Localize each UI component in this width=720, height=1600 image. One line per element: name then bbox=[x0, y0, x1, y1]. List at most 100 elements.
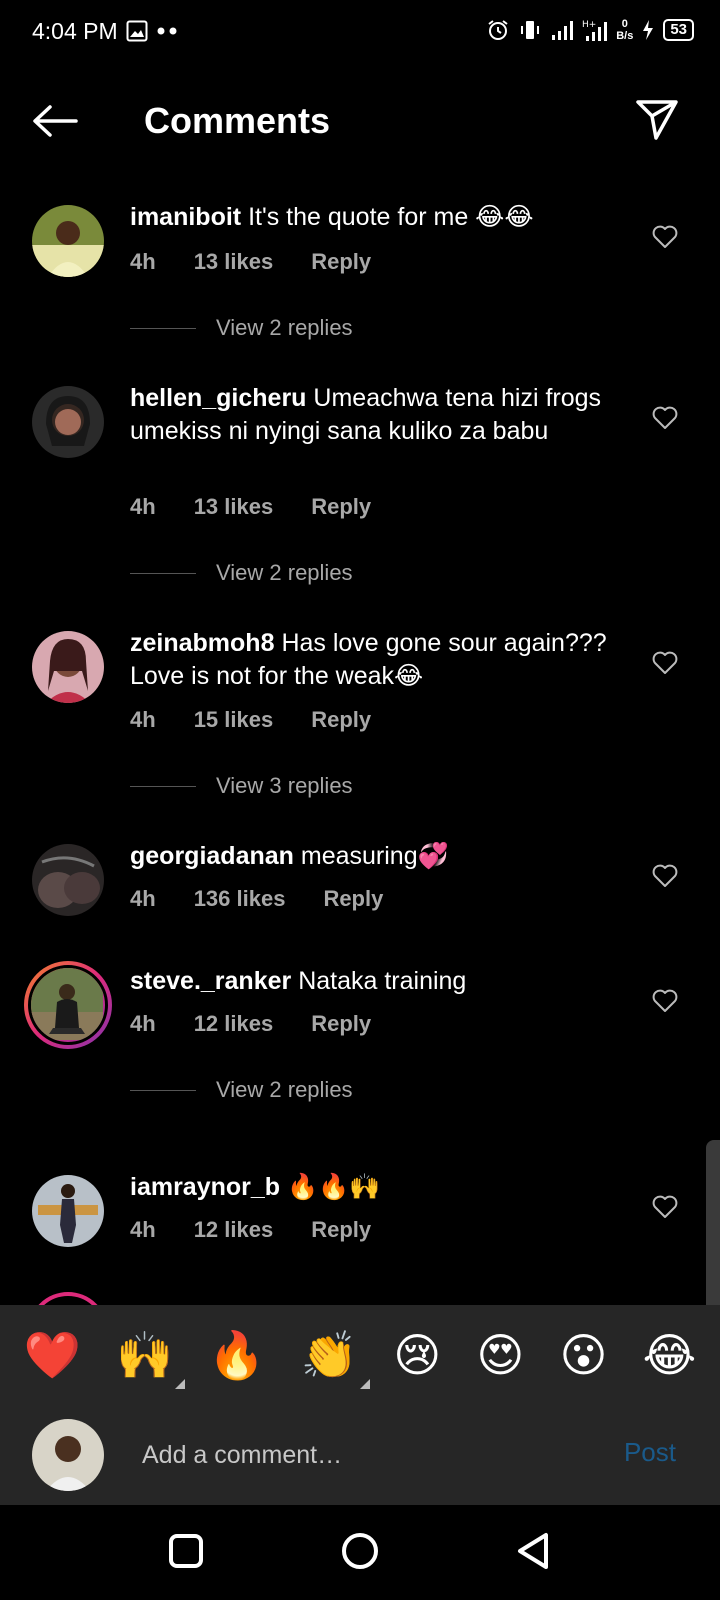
comment-time: 4h bbox=[130, 494, 156, 519]
home-icon[interactable] bbox=[340, 1531, 380, 1571]
comment-time: 4h bbox=[130, 1217, 156, 1242]
signal-icon-2: H+ bbox=[582, 20, 608, 41]
alarm-icon bbox=[488, 20, 508, 40]
network-speed: 0 B/s bbox=[616, 18, 633, 42]
status-left-icons bbox=[126, 20, 178, 42]
reply-button[interactable]: Reply bbox=[311, 1217, 371, 1243]
emoji-heart[interactable]: ❤️ bbox=[24, 1328, 81, 1383]
comment-likes[interactable]: 12 likes bbox=[194, 1011, 274, 1037]
comment-username[interactable]: iamraynor_b bbox=[130, 1173, 280, 1201]
comment-likes[interactable]: 136 likes bbox=[194, 886, 286, 912]
emoji-crying[interactable]: 😢 bbox=[393, 1328, 441, 1382]
view-replies-label: View 3 replies bbox=[216, 773, 353, 798]
comment-text: zeinabmoh8 Has love gone sour again???Lo… bbox=[130, 627, 620, 693]
comment-text: iamraynor_b 🔥🔥🙌 bbox=[130, 1171, 620, 1204]
gallery-notification-icon bbox=[126, 20, 148, 42]
emoji-heart-eyes[interactable]: 😍 bbox=[476, 1328, 524, 1382]
svg-text:H+: H+ bbox=[582, 20, 596, 30]
current-user-avatar bbox=[32, 1419, 104, 1491]
like-heart-icon[interactable] bbox=[652, 225, 678, 249]
signal-icon-1 bbox=[552, 21, 574, 40]
comment-username[interactable]: hellen_gicheru bbox=[130, 384, 306, 412]
header: Comments bbox=[0, 86, 720, 156]
avatar[interactable] bbox=[32, 205, 104, 277]
emoji-clapping-glyph: 👏 bbox=[300, 1327, 359, 1382]
comment-message: measuring💞 bbox=[300, 842, 449, 870]
vibrate-icon bbox=[521, 21, 540, 39]
divider-line bbox=[130, 327, 196, 329]
status-time: 4:04 PM bbox=[32, 18, 118, 44]
status-right-icons: H+ 0 B/s 53 bbox=[486, 18, 694, 42]
view-replies-label: View 2 replies bbox=[216, 315, 353, 340]
view-replies-button[interactable]: View 2 replies bbox=[130, 1077, 353, 1103]
emoji-fire[interactable]: 🔥 bbox=[208, 1328, 265, 1383]
back-arrow-icon[interactable] bbox=[30, 104, 80, 138]
skin-tone-indicator bbox=[175, 1378, 186, 1389]
reply-button[interactable]: Reply bbox=[323, 886, 383, 912]
comment-message: It's the quote for me 😂😂 bbox=[248, 203, 534, 231]
like-heart-icon[interactable] bbox=[652, 1195, 678, 1219]
reply-button[interactable]: Reply bbox=[311, 707, 371, 733]
view-replies-button[interactable]: View 3 replies bbox=[130, 773, 353, 799]
view-replies-button[interactable]: View 2 replies bbox=[130, 315, 353, 341]
comment-likes[interactable]: 13 likes bbox=[194, 494, 274, 520]
comment-message: Nataka training bbox=[298, 967, 467, 995]
view-replies-button[interactable]: View 2 replies bbox=[130, 560, 353, 586]
like-heart-icon[interactable] bbox=[652, 651, 678, 675]
avatar[interactable] bbox=[32, 631, 104, 703]
comment-username[interactable]: georgiadanan bbox=[130, 842, 294, 870]
emoji-quick-bar: ❤️ 🙌 🔥 👏 😢 😍 😮 😂 bbox=[0, 1305, 720, 1405]
comment-time: 4h bbox=[130, 249, 156, 274]
comment-time: 4h bbox=[130, 1011, 156, 1036]
emoji-raising-hands[interactable]: 🙌 bbox=[116, 1328, 186, 1389]
view-replies-label: View 2 replies bbox=[216, 560, 353, 585]
status-bar: 4:04 PM H+ 0 B/s 53 bbox=[0, 0, 720, 64]
back-nav-icon[interactable] bbox=[514, 1531, 554, 1571]
reply-button[interactable]: Reply bbox=[311, 249, 371, 275]
comment-meta: 4h 15 likes Reply bbox=[130, 707, 371, 733]
like-heart-icon[interactable] bbox=[652, 989, 678, 1013]
comment-likes[interactable]: 13 likes bbox=[194, 249, 274, 275]
comment-meta: 4h 136 likes Reply bbox=[130, 886, 383, 912]
comment-username[interactable]: imaniboit bbox=[130, 203, 241, 231]
comment-message: 🔥🔥🙌 bbox=[287, 1173, 381, 1201]
emoji-clapping[interactable]: 👏 bbox=[300, 1327, 371, 1389]
comment-time: 4h bbox=[130, 707, 156, 732]
divider-line bbox=[130, 572, 196, 574]
comment-input-row: Post bbox=[0, 1405, 720, 1505]
next-comment-avatar-partial bbox=[28, 1292, 108, 1305]
comment-meta: 4h 12 likes Reply bbox=[130, 1011, 371, 1037]
charging-icon bbox=[643, 20, 654, 40]
emoji-laughing[interactable]: 😂 bbox=[643, 1328, 697, 1382]
comment-text: georgiadanan measuring💞 bbox=[130, 840, 620, 873]
more-notifications-icon bbox=[157, 27, 177, 35]
like-heart-icon[interactable] bbox=[652, 864, 678, 888]
comment-input[interactable] bbox=[142, 1435, 582, 1475]
share-send-icon[interactable] bbox=[634, 96, 680, 142]
skin-tone-indicator bbox=[360, 1378, 371, 1389]
reply-button[interactable]: Reply bbox=[311, 1011, 371, 1037]
battery-indicator: 53 bbox=[663, 19, 694, 41]
avatar[interactable] bbox=[32, 1175, 104, 1247]
recent-apps-icon[interactable] bbox=[166, 1531, 206, 1571]
network-speed-unit: B/s bbox=[616, 30, 634, 42]
avatar[interactable] bbox=[32, 844, 104, 916]
comment-likes[interactable]: 15 likes bbox=[194, 707, 274, 733]
comment-meta: 4h 12 likes Reply bbox=[130, 1217, 371, 1243]
comment-meta: 4h 13 likes Reply bbox=[130, 249, 371, 275]
comment-username[interactable]: steve._ranker bbox=[130, 967, 291, 995]
post-button[interactable]: Post bbox=[624, 1437, 676, 1468]
comment-text: imaniboit It's the quote for me 😂😂 bbox=[130, 201, 620, 234]
avatar-story-ring[interactable] bbox=[24, 961, 112, 1049]
comment-username[interactable]: zeinabmoh8 bbox=[130, 629, 274, 657]
comment-text: hellen_gicheru Umeachwa tena hizi frogs … bbox=[130, 382, 620, 448]
reply-button[interactable]: Reply bbox=[311, 494, 371, 520]
divider-line bbox=[130, 1089, 196, 1091]
comment-text: steve._ranker Nataka training bbox=[130, 965, 620, 998]
comment-likes[interactable]: 12 likes bbox=[194, 1217, 274, 1243]
divider-line bbox=[130, 785, 196, 787]
like-heart-icon[interactable] bbox=[652, 406, 678, 430]
avatar[interactable] bbox=[32, 386, 104, 458]
emoji-surprised[interactable]: 😮 bbox=[559, 1328, 607, 1382]
scrollbar[interactable] bbox=[706, 1140, 720, 1320]
